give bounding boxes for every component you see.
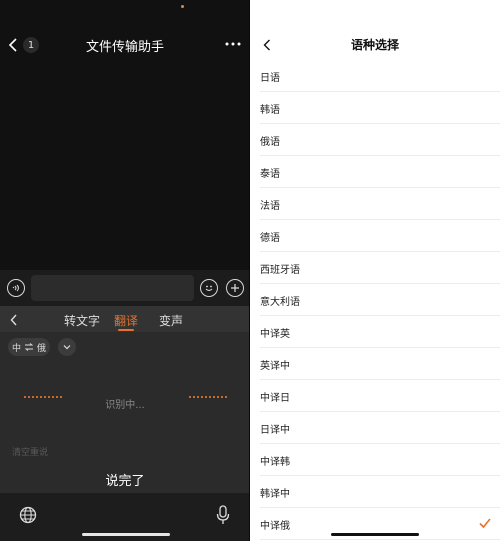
chat-screen: 1 文件传输助手 转文字 翻译 变声 中 俄 识别中... 清空重说 说完了 xyxy=(0,0,250,541)
chat-header: 1 文件传输助手 xyxy=(0,28,250,62)
language-label: 俄语 xyxy=(260,136,280,148)
active-tab-underline xyxy=(118,329,134,331)
language-label: 中译英 xyxy=(260,328,290,340)
language-label: 中译韩 xyxy=(260,456,290,468)
home-indicator xyxy=(331,533,419,536)
language-label: 西班牙语 xyxy=(260,264,300,276)
tab-speech-to-text[interactable]: 转文字 xyxy=(64,312,100,329)
language-picker-screen: 语种选择 日语 韩语 俄语 泰语 法语 德语 西班牙语 意大利语 中译英 英译中… xyxy=(250,0,500,541)
message-area xyxy=(0,62,250,270)
more-button[interactable] xyxy=(222,34,244,54)
language-item[interactable]: 泰语 xyxy=(250,156,500,188)
language-list: 日语 韩语 俄语 泰语 法语 德语 西班牙语 意大利语 中译英 英译中 中译日 … xyxy=(250,60,500,540)
language-label: 意大利语 xyxy=(260,296,300,308)
chat-title: 文件传输助手 xyxy=(85,40,164,55)
language-item[interactable]: 中译英 xyxy=(250,316,500,348)
lang-to: 俄 xyxy=(37,343,47,354)
collapse-chevron-icon[interactable] xyxy=(10,314,18,326)
tab-voice-changer[interactable]: 变声 xyxy=(159,312,183,329)
done-speaking-button[interactable]: 说完了 xyxy=(0,470,250,489)
emoji-icon xyxy=(205,285,213,291)
language-item[interactable]: 中译日 xyxy=(250,380,500,412)
language-label: 中译俄 xyxy=(260,520,290,532)
language-label: 英译中 xyxy=(260,360,290,372)
voice-toggle-button[interactable] xyxy=(7,279,25,297)
language-label: 韩译中 xyxy=(260,488,290,500)
home-indicator xyxy=(82,533,170,536)
language-item[interactable]: 韩译中 xyxy=(250,476,500,508)
language-label: 日语 xyxy=(260,72,280,84)
clear-and-retry-button[interactable]: 清空重说 xyxy=(12,445,48,458)
globe-icon[interactable] xyxy=(19,506,37,524)
language-item[interactable]: 韩语 xyxy=(250,92,500,124)
picker-header: 语种选择 xyxy=(250,28,500,62)
voice-translate-panel: 转文字 翻译 变声 中 俄 识别中... 清空重说 说完了 xyxy=(0,306,250,541)
language-label: 韩语 xyxy=(260,104,280,116)
language-item[interactable]: 德语 xyxy=(250,220,500,252)
emoji-button[interactable] xyxy=(200,279,218,297)
language-label: 德语 xyxy=(260,232,280,244)
language-item[interactable]: 日译中 xyxy=(250,412,500,444)
waveform-right xyxy=(189,396,227,400)
language-item[interactable]: 英译中 xyxy=(250,348,500,380)
language-label: 中译日 xyxy=(260,392,290,404)
message-input[interactable] xyxy=(31,275,194,301)
language-item[interactable]: 日语 xyxy=(250,60,500,92)
language-dropdown-button[interactable] xyxy=(58,338,76,356)
language-item[interactable]: 中译韩 xyxy=(250,444,500,476)
swap-arrows-icon xyxy=(24,343,34,351)
voice-icon xyxy=(12,284,19,292)
status-indicator-dot xyxy=(181,5,184,8)
language-label: 泰语 xyxy=(260,168,280,180)
add-button[interactable] xyxy=(226,279,244,297)
chevron-down-icon xyxy=(63,345,71,350)
language-item[interactable]: 俄语 xyxy=(250,124,500,156)
picker-title: 语种选择 xyxy=(350,38,399,52)
language-item[interactable]: 法语 xyxy=(250,188,500,220)
language-label: 日译中 xyxy=(260,424,290,436)
tab-translate[interactable]: 翻译 xyxy=(114,312,138,329)
more-dots-icon xyxy=(225,42,241,46)
language-item[interactable]: 西班牙语 xyxy=(250,252,500,284)
plus-icon xyxy=(231,284,239,292)
language-item[interactable]: 意大利语 xyxy=(250,284,500,316)
input-bar xyxy=(0,270,250,306)
language-label: 法语 xyxy=(260,200,280,212)
checkmark-icon xyxy=(479,518,491,529)
language-pair-button[interactable]: 中 俄 xyxy=(8,338,50,356)
microphone-icon[interactable] xyxy=(216,505,230,525)
lang-from: 中 xyxy=(11,343,21,354)
voice-tab-bar: 转文字 翻译 变声 xyxy=(0,306,250,332)
